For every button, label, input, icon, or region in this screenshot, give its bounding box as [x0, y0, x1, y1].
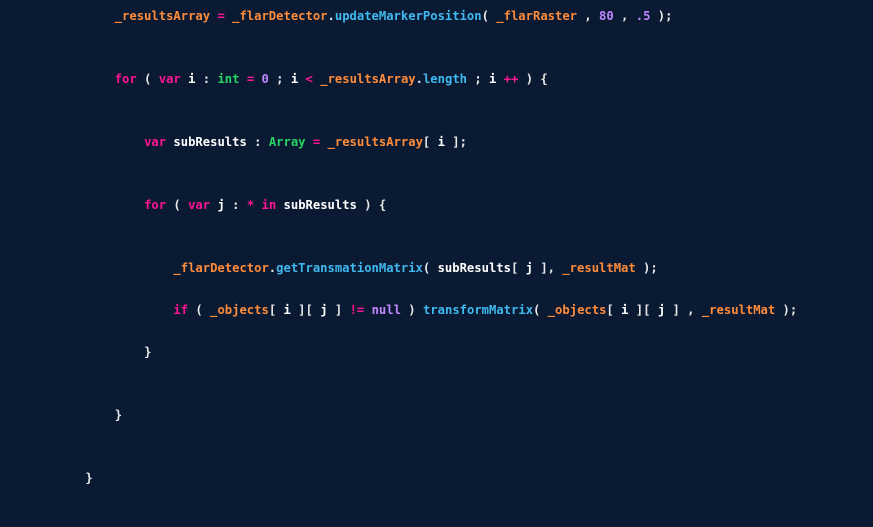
token-punc: ] ,: [665, 303, 702, 317]
token-punc: [: [606, 303, 621, 317]
code-line: _flarDetector.getTransmationMatrix( subR…: [0, 258, 873, 279]
code-line: var subResults : Array = _resultsArray[ …: [0, 132, 873, 153]
token-punc: :: [195, 72, 217, 86]
token-kw: for: [115, 72, 137, 86]
token-op: !=: [350, 303, 365, 317]
token-member: _objects: [210, 303, 269, 317]
token-punc: ;: [467, 72, 489, 86]
code-line: for ( var j : * in subResults ) {: [0, 195, 873, 216]
token-method: transformMatrix: [423, 303, 533, 317]
code-line: }: [0, 405, 873, 426]
token-punc: (: [482, 9, 497, 23]
token-id: subResults: [284, 198, 357, 212]
token-punc: [254, 198, 261, 212]
token-punc: );: [636, 261, 658, 275]
token-punc: );: [650, 9, 672, 23]
token-punc: [: [423, 135, 438, 149]
token-punc: ]: [328, 303, 350, 317]
token-member: _flarDetector: [232, 9, 327, 23]
token-method: updateMarkerPosition: [335, 9, 482, 23]
token-id: i: [438, 135, 445, 149]
token-punc: ];: [445, 135, 467, 149]
token-member: _flarDetector: [173, 261, 268, 275]
token-punc: [306, 135, 313, 149]
token-punc: ,: [577, 9, 599, 23]
token-member: _resultsArray: [115, 9, 210, 23]
token-id: i: [284, 303, 291, 317]
token-member: _resultMat: [702, 303, 775, 317]
token-punc: ][: [628, 303, 657, 317]
token-punc: }: [144, 345, 151, 359]
token-type: int: [217, 72, 239, 86]
token-kw: var: [159, 72, 181, 86]
token-punc: :: [225, 198, 247, 212]
token-punc: .: [328, 9, 335, 23]
token-num: .5: [636, 9, 651, 23]
token-punc: ) {: [518, 72, 547, 86]
token-op: <: [306, 72, 313, 86]
token-id: j: [217, 198, 224, 212]
token-id: j: [526, 261, 533, 275]
token-punc: [254, 72, 261, 86]
token-punc: (: [166, 198, 188, 212]
token-punc: [298, 72, 305, 86]
token-punc: );: [775, 303, 797, 317]
token-punc: [181, 72, 188, 86]
token-kw: var: [144, 135, 166, 149]
token-op: =: [217, 9, 224, 23]
code-editor[interactable]: _resultsArray = _flarDetector.updateMark…: [0, 0, 873, 527]
token-kw: if: [173, 303, 188, 317]
code-line: }: [0, 468, 873, 489]
token-punc: [364, 303, 371, 317]
code-line: if ( _objects[ i ][ j ] != null ) transf…: [0, 300, 873, 321]
code-line: }: [0, 342, 873, 363]
token-punc: ],: [533, 261, 562, 275]
token-punc: .: [416, 72, 423, 86]
token-punc: [: [269, 303, 284, 317]
token-method: getTransmationMatrix: [276, 261, 423, 275]
token-member: _flarRaster: [496, 9, 577, 23]
token-punc: [239, 72, 246, 86]
token-id: subResults: [438, 261, 511, 275]
token-punc: [: [511, 261, 526, 275]
code-line: for ( var i : int = 0 ; i < _resultsArra…: [0, 69, 873, 90]
token-kw: in: [262, 198, 277, 212]
token-num: 80: [599, 9, 614, 23]
token-punc: ,: [614, 9, 636, 23]
token-member: _resultMat: [562, 261, 635, 275]
token-punc: :: [247, 135, 269, 149]
token-member: _objects: [548, 303, 607, 317]
token-num: 0: [262, 72, 269, 86]
token-bool: null: [372, 303, 401, 317]
token-punc: ) {: [357, 198, 386, 212]
token-op: ++: [504, 72, 519, 86]
token-member: _resultsArray: [320, 72, 415, 86]
token-id: subResults: [173, 135, 246, 149]
token-punc: [276, 198, 283, 212]
token-punc: }: [115, 408, 122, 422]
token-punc: (: [137, 72, 159, 86]
token-punc: [496, 72, 503, 86]
code-line: _resultsArray = _flarDetector.updateMark…: [0, 6, 873, 27]
token-member: _resultsArray: [328, 135, 423, 149]
token-punc: (: [533, 303, 548, 317]
token-kw: for: [144, 198, 166, 212]
token-punc: ): [401, 303, 423, 317]
token-punc: }: [85, 471, 92, 485]
token-punc: (: [423, 261, 438, 275]
token-id: j: [320, 303, 327, 317]
token-kw: var: [188, 198, 210, 212]
token-punc: (: [188, 303, 210, 317]
token-type: Array: [269, 135, 306, 149]
token-punc: [320, 135, 327, 149]
token-punc: ][: [291, 303, 320, 317]
token-punc: ;: [269, 72, 291, 86]
token-method: length: [423, 72, 467, 86]
